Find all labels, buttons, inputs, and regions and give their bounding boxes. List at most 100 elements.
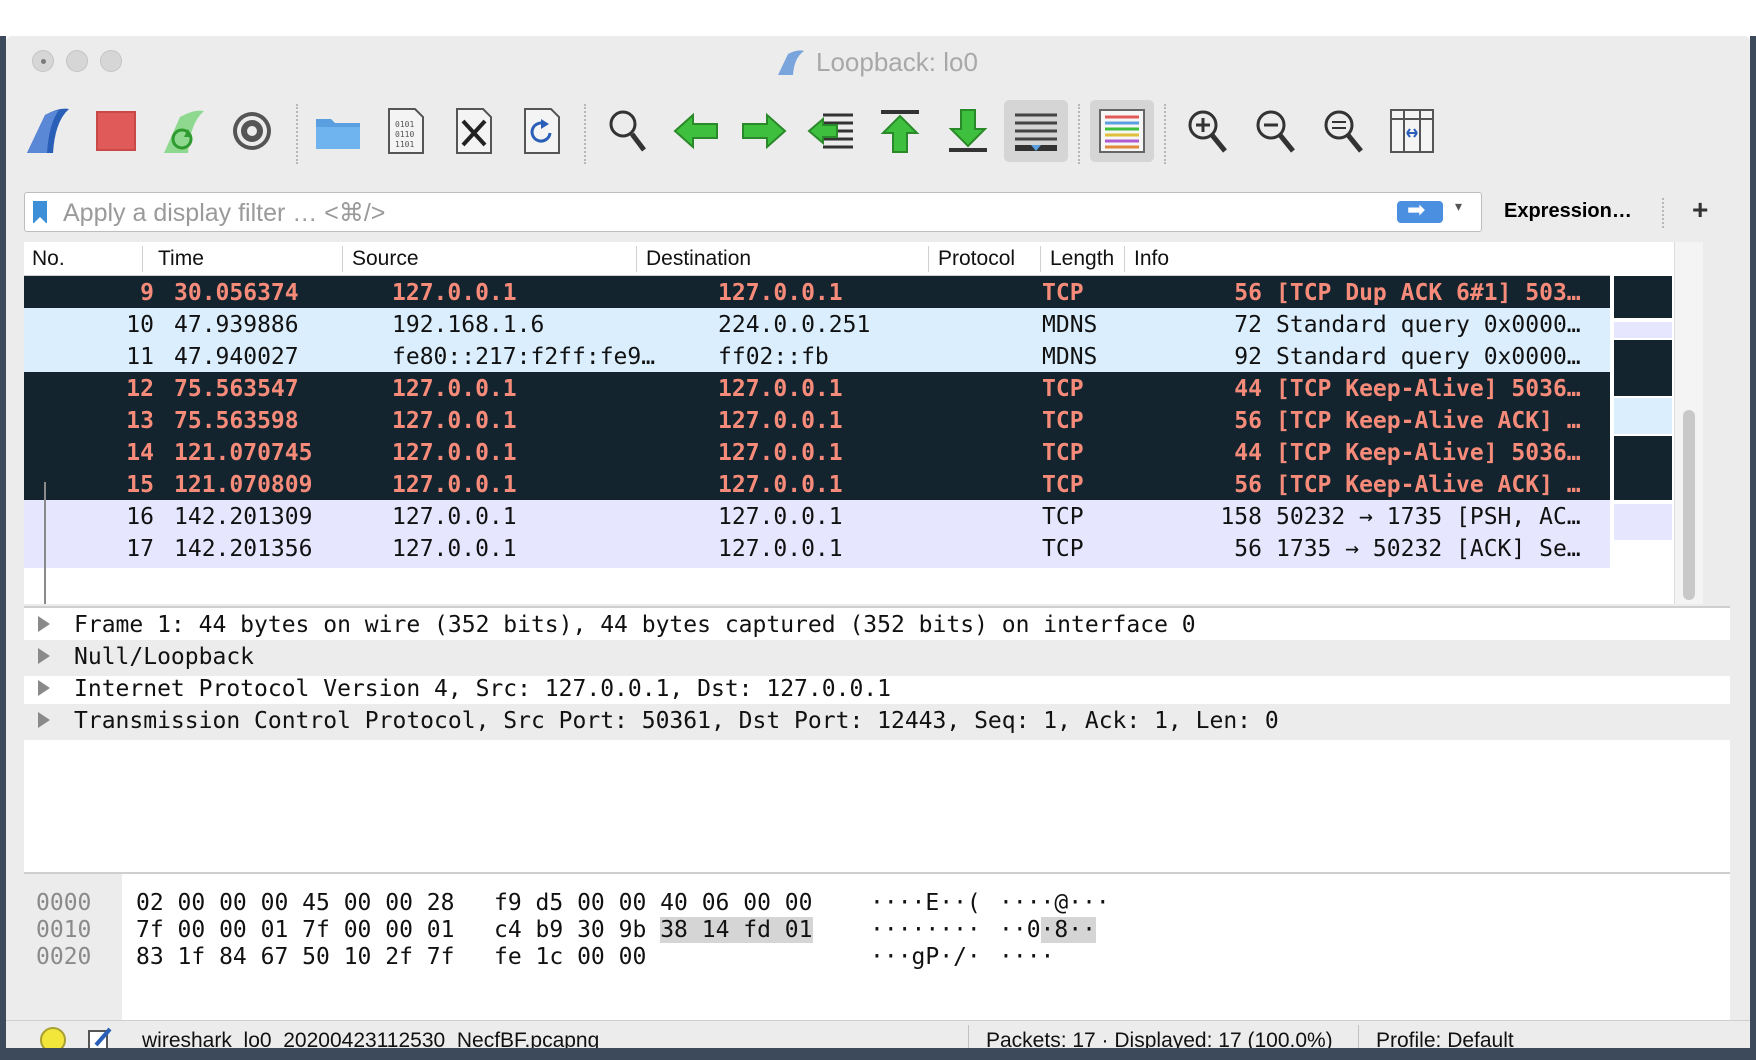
bytes-hex[interactable]: 83 1f 84 67 50 10 2f 7f bbox=[136, 944, 455, 970]
capture-options-button[interactable] bbox=[220, 100, 284, 162]
go-back-button[interactable] bbox=[664, 100, 728, 162]
detail-item-text: Internet Protocol Version 4, Src: 127.0.… bbox=[74, 676, 891, 702]
detail-item-ipv4[interactable]: Internet Protocol Version 4, Src: 127.0.… bbox=[24, 672, 1730, 708]
packet-cell-protocol: TCP bbox=[1042, 536, 1084, 562]
detail-item-null-loopback[interactable]: Null/Loopback bbox=[24, 640, 1730, 676]
bytes-ascii[interactable]: ····E··( bbox=[870, 890, 981, 916]
bytes-ascii[interactable]: ··0·8·· bbox=[999, 917, 1096, 943]
expand-triangle-icon[interactable] bbox=[38, 616, 50, 632]
display-filter-placeholder: Apply a display filter … <⌘/> bbox=[63, 199, 386, 227]
column-divider[interactable] bbox=[636, 246, 637, 272]
minimize-window-button[interactable] bbox=[66, 50, 88, 72]
packet-cell-source: 127.0.0.1 bbox=[392, 280, 517, 306]
status-separator bbox=[1358, 1025, 1359, 1048]
packet-cell-length: 56 bbox=[1234, 472, 1262, 498]
close-window-button[interactable] bbox=[32, 50, 54, 72]
packet-list[interactable]: No. Time Source Destination Protocol Len… bbox=[24, 242, 1702, 604]
bytes-ascii[interactable]: ···· bbox=[999, 944, 1054, 970]
toolbar-separator bbox=[1078, 104, 1080, 164]
bytes-hex[interactable]: 02 00 00 00 45 00 00 28 bbox=[136, 890, 455, 916]
packet-row[interactable]: 16 142.201309 127.0.0.1 127.0.0.1 TCP 158 5023… bbox=[24, 500, 1702, 536]
packet-row[interactable]: 13 75.563598 127.0.0.1 127.0.0.1 TCP 56 [TCP K… bbox=[24, 404, 1702, 440]
expand-triangle-icon[interactable] bbox=[38, 712, 50, 728]
display-filter-input[interactable]: Apply a display filter … <⌘/> ▾ bbox=[24, 192, 1482, 232]
minimap-band bbox=[1614, 276, 1672, 318]
reload-file-button[interactable] bbox=[510, 100, 574, 162]
packet-row[interactable]: 10 47.939886 192.168.1.6 224.0.0.251 MDNS 72 S… bbox=[24, 308, 1702, 344]
packet-row[interactable]: 9 30.056374 127.0.0.1 127.0.0.1 TCP 56 [TCP Du… bbox=[24, 276, 1702, 312]
column-divider[interactable] bbox=[1040, 246, 1041, 272]
packet-details-pane[interactable]: Frame 1: 44 bytes on wire (352 bits), 44… bbox=[24, 606, 1730, 874]
stop-capture-button[interactable] bbox=[84, 100, 148, 162]
close-file-icon bbox=[456, 108, 492, 154]
capture-file-name: wireshark_lo0_20200423112530_NecfBF.pcap… bbox=[142, 1029, 600, 1048]
expand-triangle-icon[interactable] bbox=[38, 680, 50, 696]
packet-row[interactable]: 17 142.201356 127.0.0.1 127.0.0.1 TCP 56 1735 … bbox=[24, 532, 1702, 568]
resize-columns-button[interactable] bbox=[1380, 100, 1444, 162]
start-capture-button[interactable] bbox=[16, 100, 80, 162]
bytes-hex[interactable]: 7f 00 00 01 7f 00 00 01 bbox=[136, 917, 455, 943]
column-header-destination[interactable]: Destination bbox=[646, 247, 751, 271]
packet-cell-length: 56 bbox=[1234, 536, 1262, 562]
status-bar: wireshark_lo0_20200423112530_NecfBF.pcap… bbox=[6, 1020, 1750, 1048]
column-divider[interactable] bbox=[1124, 246, 1125, 272]
packet-row[interactable]: 14 121.070745 127.0.0.1 127.0.0.1 TCP 44 [TCP … bbox=[24, 436, 1702, 472]
bytes-hex-plain: c4 b9 30 9b bbox=[494, 917, 647, 943]
column-header-no[interactable]: No. bbox=[32, 247, 65, 271]
bytes-ascii[interactable]: ···gP·/· bbox=[870, 944, 981, 970]
packet-row[interactable]: 12 75.563547 127.0.0.1 127.0.0.1 TCP 44 [TCP K… bbox=[24, 372, 1702, 408]
packet-cell-time: 75.563547 bbox=[174, 376, 299, 402]
expand-triangle-icon[interactable] bbox=[38, 648, 50, 664]
packet-row[interactable]: 15 121.070809 127.0.0.1 127.0.0.1 TCP 56 [TCP … bbox=[24, 468, 1702, 504]
expression-button[interactable]: Expression… bbox=[1504, 200, 1632, 223]
column-divider[interactable] bbox=[142, 246, 143, 272]
bytes-ascii[interactable]: ····@··· bbox=[999, 890, 1110, 916]
bytes-hex[interactable]: f9 d5 00 00 40 06 00 00 bbox=[494, 890, 813, 916]
detail-item-frame[interactable]: Frame 1: 44 bytes on wire (352 bits), 44… bbox=[24, 608, 1730, 644]
column-header-time[interactable]: Time bbox=[158, 247, 204, 271]
go-forward-button[interactable] bbox=[732, 100, 796, 162]
column-divider[interactable] bbox=[342, 246, 343, 272]
zoom-in-button[interactable] bbox=[1176, 100, 1240, 162]
expert-info-status-icon[interactable] bbox=[40, 1027, 66, 1048]
packet-bytes-pane[interactable]: 0000 02 00 00 00 45 00 00 28 f9 d5 00 00… bbox=[24, 872, 1730, 1020]
profile-selector[interactable]: Profile: Default bbox=[1376, 1029, 1514, 1048]
zoom-window-button[interactable] bbox=[100, 50, 122, 72]
last-packet-button[interactable] bbox=[936, 100, 1000, 162]
packet-cell-source: 127.0.0.1 bbox=[392, 504, 517, 530]
detail-item-tcp[interactable]: Transmission Control Protocol, Src Port:… bbox=[24, 704, 1730, 740]
apply-filter-button[interactable] bbox=[1397, 198, 1443, 223]
packet-list-scrollbar[interactable] bbox=[1674, 242, 1703, 604]
reload-icon bbox=[524, 108, 560, 154]
bytes-ascii[interactable]: ········ bbox=[870, 917, 981, 943]
auto-scroll-button[interactable] bbox=[1004, 100, 1068, 162]
scrollbar-thumb[interactable] bbox=[1683, 410, 1695, 600]
packet-cell-length: 44 bbox=[1234, 376, 1262, 402]
close-file-button[interactable] bbox=[442, 100, 506, 162]
normal-size-button[interactable] bbox=[1312, 100, 1376, 162]
first-packet-button[interactable] bbox=[868, 100, 932, 162]
column-header-length[interactable]: Length bbox=[1050, 247, 1114, 271]
restart-capture-button[interactable] bbox=[152, 100, 216, 162]
packet-minimap[interactable] bbox=[1610, 242, 1674, 604]
bookmark-icon[interactable] bbox=[33, 201, 47, 224]
bytes-offset: 0000 bbox=[36, 890, 92, 916]
column-header-source[interactable]: Source bbox=[352, 247, 419, 271]
filter-history-dropdown-icon[interactable]: ▾ bbox=[1455, 199, 1462, 215]
bytes-hex[interactable]: c4 b9 30 9b 38 14 fd 01 bbox=[494, 917, 813, 943]
zoom-out-button[interactable] bbox=[1244, 100, 1308, 162]
capture-comment-icon[interactable] bbox=[86, 1025, 114, 1048]
packet-row[interactable]: 11 47.940027 fe80::217:f2ff:fe9… ff02::fb MD… bbox=[24, 340, 1702, 376]
add-filter-button[interactable]: + bbox=[1692, 194, 1708, 226]
find-packet-button[interactable] bbox=[596, 100, 660, 162]
go-to-packet-button[interactable] bbox=[800, 100, 864, 162]
colorize-button[interactable] bbox=[1090, 100, 1154, 162]
save-file-button[interactable]: 0101 0110 1101 bbox=[374, 100, 438, 162]
packet-cell-source: 127.0.0.1 bbox=[392, 376, 517, 402]
open-file-button[interactable] bbox=[306, 100, 370, 162]
column-header-protocol[interactable]: Protocol bbox=[938, 247, 1015, 271]
packet-cell-source: 192.168.1.6 bbox=[392, 312, 545, 338]
column-divider[interactable] bbox=[928, 246, 929, 272]
bytes-hex[interactable]: fe 1c 00 00 bbox=[494, 944, 646, 970]
column-header-info[interactable]: Info bbox=[1134, 247, 1169, 271]
